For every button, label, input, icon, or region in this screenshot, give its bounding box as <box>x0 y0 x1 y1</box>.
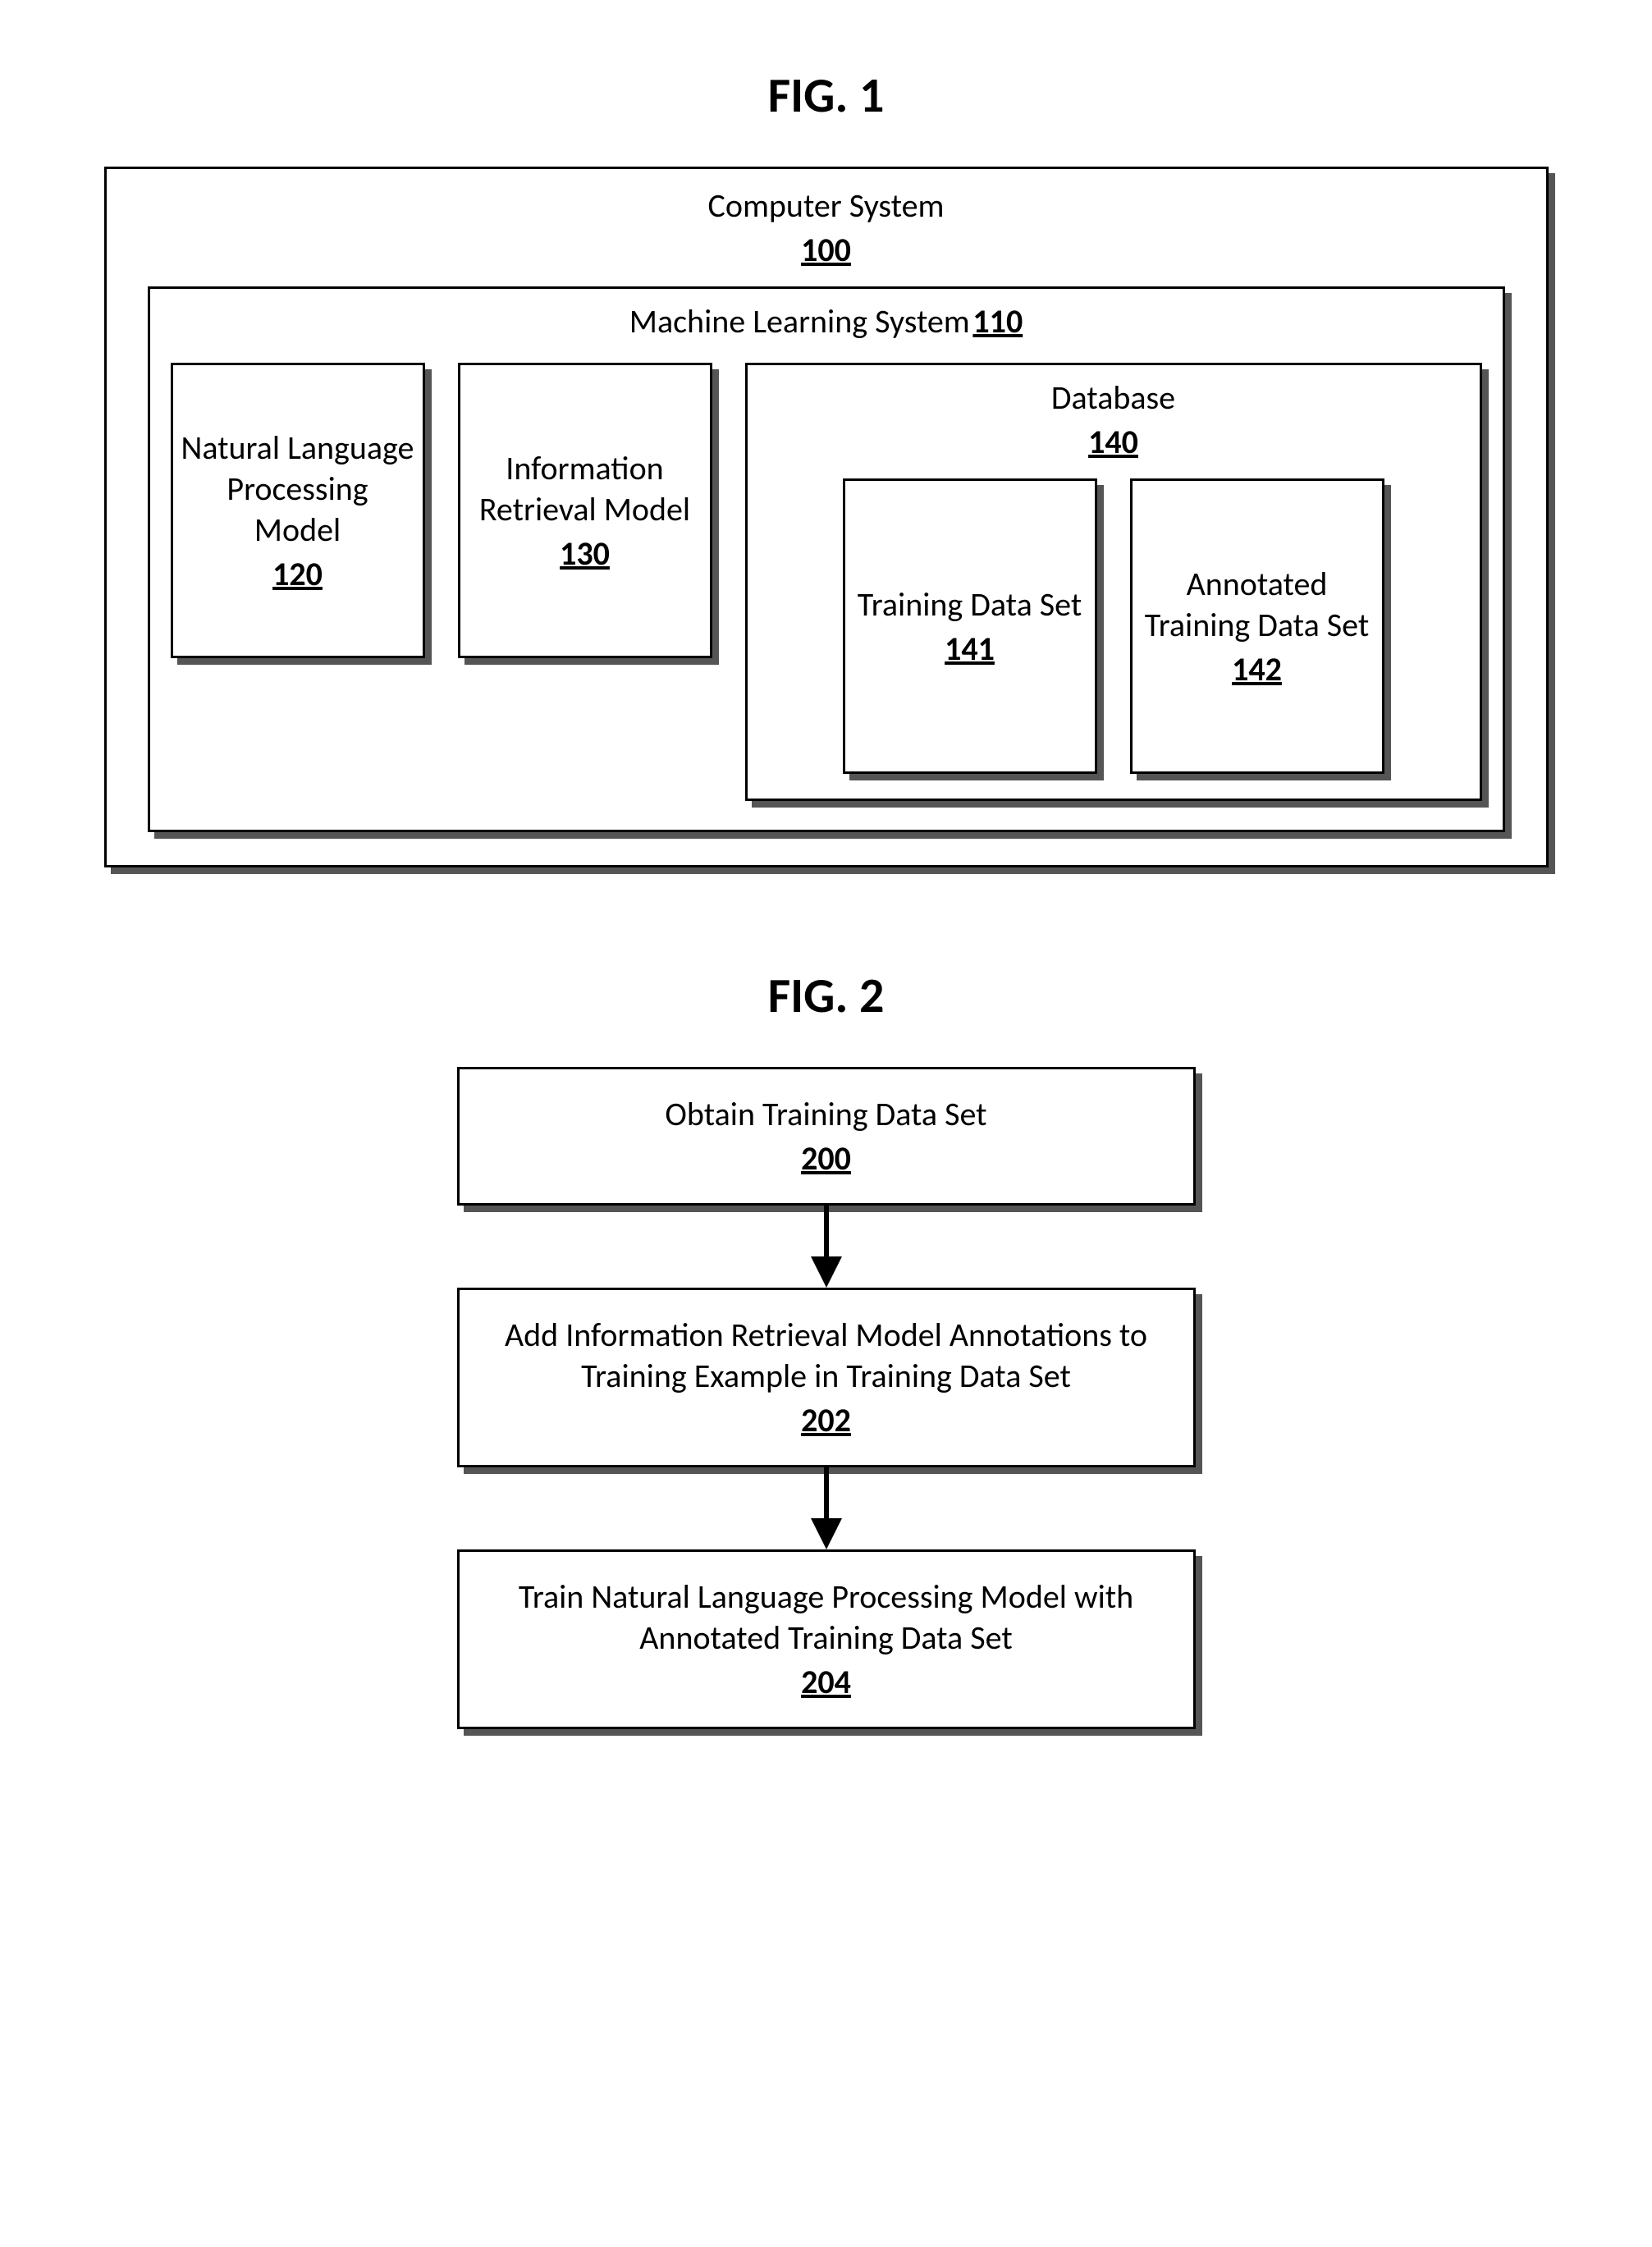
flow-arrow-2 <box>806 1467 847 1549</box>
ml-ref: 110 <box>972 301 1023 341</box>
nlp-model-box: Natural Language Processing Model 120 <box>171 363 425 658</box>
ir-model-box: Information Retrieval Model 130 <box>458 363 712 658</box>
db-label: Database <box>1051 378 1175 418</box>
flow-arrow-1 <box>806 1206 847 1288</box>
step2-label: Add Information Retrieval Model Annotati… <box>492 1315 1160 1397</box>
step2-ref: 202 <box>801 1400 851 1440</box>
figure-2-flowchart: Obtain Training Data Set 200 Add Informa… <box>49 1067 1603 1729</box>
step3-label: Train Natural Language Processing Model … <box>492 1577 1160 1659</box>
step3-ref: 204 <box>801 1662 851 1702</box>
nlp-label: Natural Language Processing Model <box>181 428 414 551</box>
step1-ref: 200 <box>801 1138 851 1178</box>
ml-label: Machine Learning System <box>629 301 970 341</box>
tds-ref: 141 <box>945 629 995 669</box>
flow-step-2: Add Information Retrieval Model Annotati… <box>457 1288 1196 1467</box>
annotated-training-data-set-box: Annotated Training Data Set 142 <box>1130 478 1384 774</box>
figure-1-title: FIG. 1 <box>49 66 1603 126</box>
atds-ref: 142 <box>1232 649 1282 689</box>
nlp-ref: 120 <box>272 554 323 594</box>
database-box: Database 140 Training Data Set 141 Annot… <box>745 363 1482 801</box>
ir-label: Information Retrieval Model <box>469 448 702 530</box>
computer-system-label: Computer System <box>708 185 945 226</box>
ir-ref: 130 <box>560 533 610 574</box>
flow-step-3: Train Natural Language Processing Model … <box>457 1549 1196 1729</box>
db-ref: 140 <box>768 422 1459 462</box>
machine-learning-system-box: Machine Learning System 110 Natural Lang… <box>148 286 1505 832</box>
training-data-set-box: Training Data Set 141 <box>843 478 1097 774</box>
tds-label: Training Data Set <box>858 584 1082 625</box>
atds-label: Annotated Training Data Set <box>1141 564 1374 646</box>
flow-step-1: Obtain Training Data Set 200 <box>457 1067 1196 1206</box>
step1-label: Obtain Training Data Set <box>665 1094 986 1135</box>
computer-system-ref: 100 <box>131 230 1522 270</box>
computer-system-box: Computer System 100 Machine Learning Sys… <box>104 167 1549 867</box>
figure-2-title: FIG. 2 <box>49 966 1603 1026</box>
